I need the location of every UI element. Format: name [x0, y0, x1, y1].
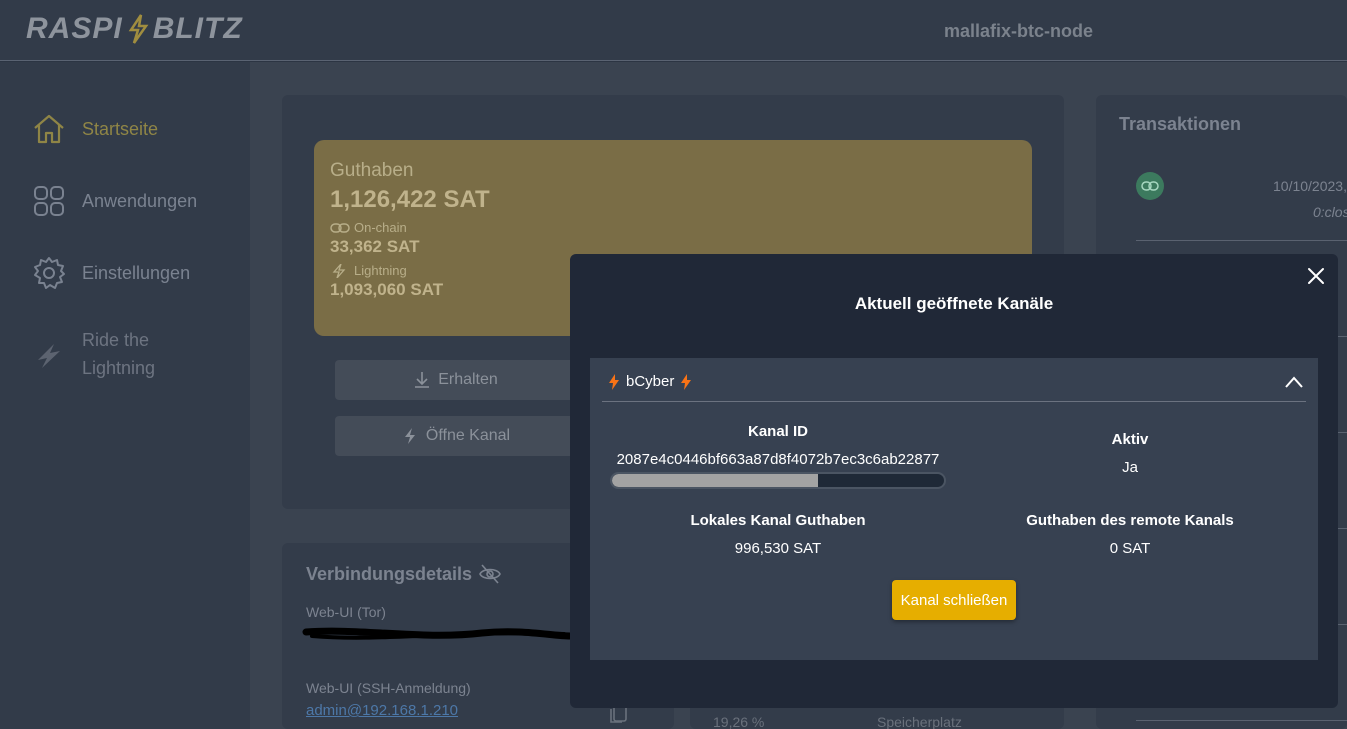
channel-id-value: 2087e4c0446bf663a87d8f4072b7ec3c6ab22877: [616, 451, 940, 468]
open-channel-button-label: Öffne Kanal: [425, 427, 511, 444]
tx-type-icon: [1136, 172, 1164, 200]
remote-balance-label: Guthaben des remote Kanals: [1026, 512, 1234, 529]
sidebar-item-label: Anwendungen: [82, 190, 198, 211]
channel-balance-bar-fill: [612, 474, 818, 487]
onchain-label-row: On-chain: [330, 220, 1016, 235]
connection-title: Verbindungsdetails: [306, 562, 502, 586]
home-icon: [34, 114, 64, 144]
channel-peer-name: bCyber: [626, 373, 675, 390]
redaction-scribble: [302, 627, 574, 640]
chain-link-icon: [330, 222, 350, 233]
logo-bolt-icon: [128, 14, 149, 44]
channel-header[interactable]: bCyber: [602, 362, 1306, 402]
rtl-bolt-icon: [38, 344, 60, 368]
sidebar-item-ride-the-lightning[interactable]: Ride the Lightning: [32, 326, 155, 382]
download-icon: [415, 372, 430, 388]
remote-balance-value: 0 SAT: [1109, 540, 1151, 557]
local-balance-value: 996,530 SAT: [734, 540, 822, 557]
top-header: RASPI BLITZ mallafix-btc-node: [0, 0, 1347, 61]
node-name: mallafix-btc-node: [944, 21, 1094, 41]
sidebar-item-label: Einstellungen: [82, 262, 191, 283]
local-balance-label: Lokales Kanal Guthaben: [690, 512, 866, 529]
channel-balance-bar: [610, 472, 946, 489]
channel-id-label: Kanal ID: [747, 423, 808, 440]
onchain-label: On-chain: [354, 220, 407, 235]
lightning-icon: [332, 263, 346, 278]
open-channel-button[interactable]: Öffne Kanal: [335, 416, 575, 456]
ssh-label: Web-UI (SSH-Anmeldung): [306, 680, 471, 696]
sidebar-item-label: Ride the: [82, 330, 150, 350]
modal-title: Aktuell geöffnete Kanäle: [854, 294, 1054, 313]
logo-text-left: RASPI: [26, 12, 123, 45]
receive-button[interactable]: Erhalten: [335, 360, 575, 400]
tx-date: 10/10/2023,: [1273, 178, 1347, 194]
sidebar-item-einstellungen[interactable]: Einstellungen: [32, 256, 190, 290]
transactions-title: Transaktionen: [1119, 114, 1242, 134]
chain-link-icon: [1141, 181, 1159, 191]
balance-total: 1,126,422 SAT: [330, 186, 490, 213]
close-icon[interactable]: [1302, 262, 1330, 290]
chevron-up-icon[interactable]: [1282, 372, 1306, 392]
disk-usage-value: 19,26 %: [713, 714, 765, 729]
receive-button-label: Erhalten: [438, 371, 498, 388]
sidebar-item-label: Lightning: [82, 358, 156, 378]
connection-title-text: Verbindungsdetails: [306, 563, 473, 584]
tx-divider: [1136, 240, 1347, 241]
raspiblitz-logo[interactable]: RASPI BLITZ: [26, 12, 243, 46]
eye-off-icon[interactable]: [478, 562, 502, 586]
ssh-link[interactable]: admin@192.168.1.210: [306, 702, 458, 719]
logo-text-right: BLITZ: [152, 12, 243, 45]
active-value: Ja: [1122, 459, 1138, 476]
balance-title: Guthaben: [330, 160, 414, 181]
tx-divider: [1136, 720, 1347, 721]
sidebar-item-label: Startseite: [82, 118, 159, 139]
active-label: Aktiv: [1111, 431, 1149, 448]
lightning-icon: [404, 428, 415, 444]
lightning-label: Lightning: [354, 263, 407, 278]
close-channel-button[interactable]: Kanal schließen: [892, 580, 1016, 620]
sidebar: [0, 62, 250, 729]
tor-label: Web-UI (Tor): [306, 604, 386, 620]
gear-icon: [34, 257, 65, 289]
lightning-icon: [681, 373, 692, 390]
storage-label: Speicherplatz: [877, 714, 962, 729]
sidebar-item-startseite[interactable]: Startseite: [32, 112, 158, 146]
lightning-icon: [609, 373, 619, 390]
tx-subtitle: 0:clos: [1313, 204, 1347, 220]
apps-grid-icon: [34, 186, 64, 216]
sidebar-item-anwendungen[interactable]: Anwendungen: [32, 184, 197, 218]
